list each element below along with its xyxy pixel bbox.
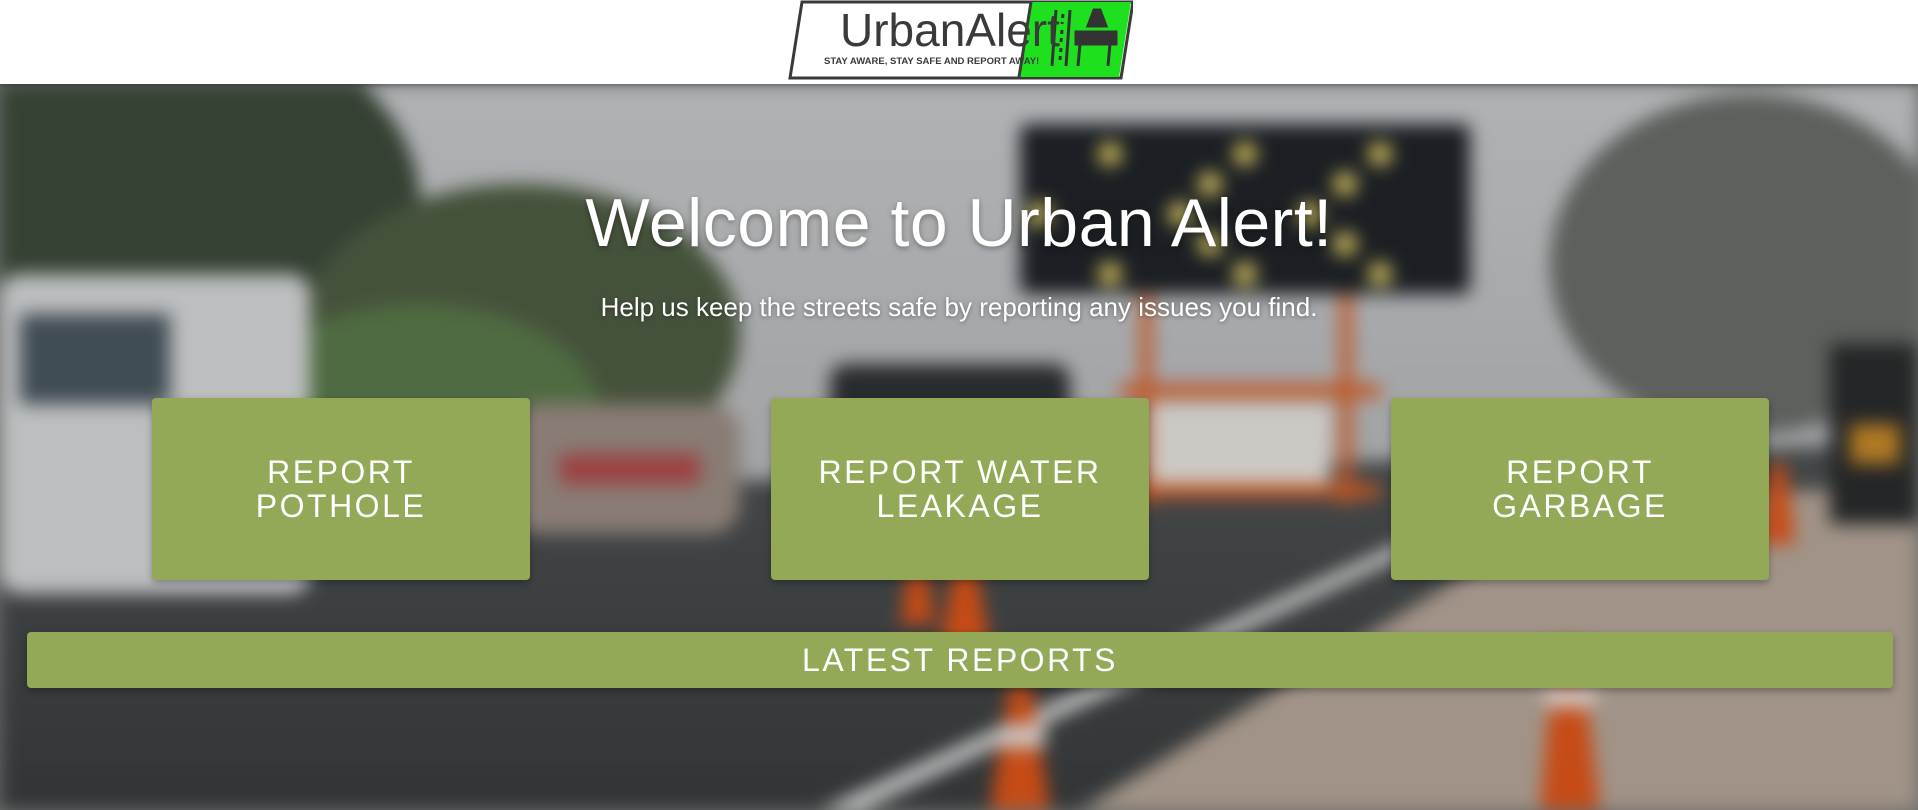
- site-header: UrbanAlert STAY AWARE, STAY SAFE AND REP…: [0, 0, 1918, 84]
- svg-text:STAY AWARE, STAY SAFE AND REPO: STAY AWARE, STAY SAFE AND REPORT AWAY!: [824, 56, 1039, 67]
- urban-alert-logo[interactable]: UrbanAlert STAY AWARE, STAY SAFE AND REP…: [788, 0, 1133, 82]
- page-subtitle: Help us keep the streets safe by reporti…: [600, 292, 1318, 322]
- report-garbage-button[interactable]: REPORT GARBAGE: [1391, 398, 1769, 580]
- report-water-leakage-button[interactable]: REPORT WATER LEAKAGE: [771, 398, 1149, 580]
- page-title: Welcome to Urban Alert!: [585, 185, 1333, 261]
- hero-section: Welcome to Urban Alert! Help us keep the…: [0, 84, 1918, 810]
- report-pothole-button[interactable]: REPORT POTHOLE: [152, 398, 530, 580]
- latest-reports-button[interactable]: LATEST REPORTS: [27, 632, 1893, 688]
- svg-text:UrbanAlert: UrbanAlert: [840, 4, 1060, 56]
